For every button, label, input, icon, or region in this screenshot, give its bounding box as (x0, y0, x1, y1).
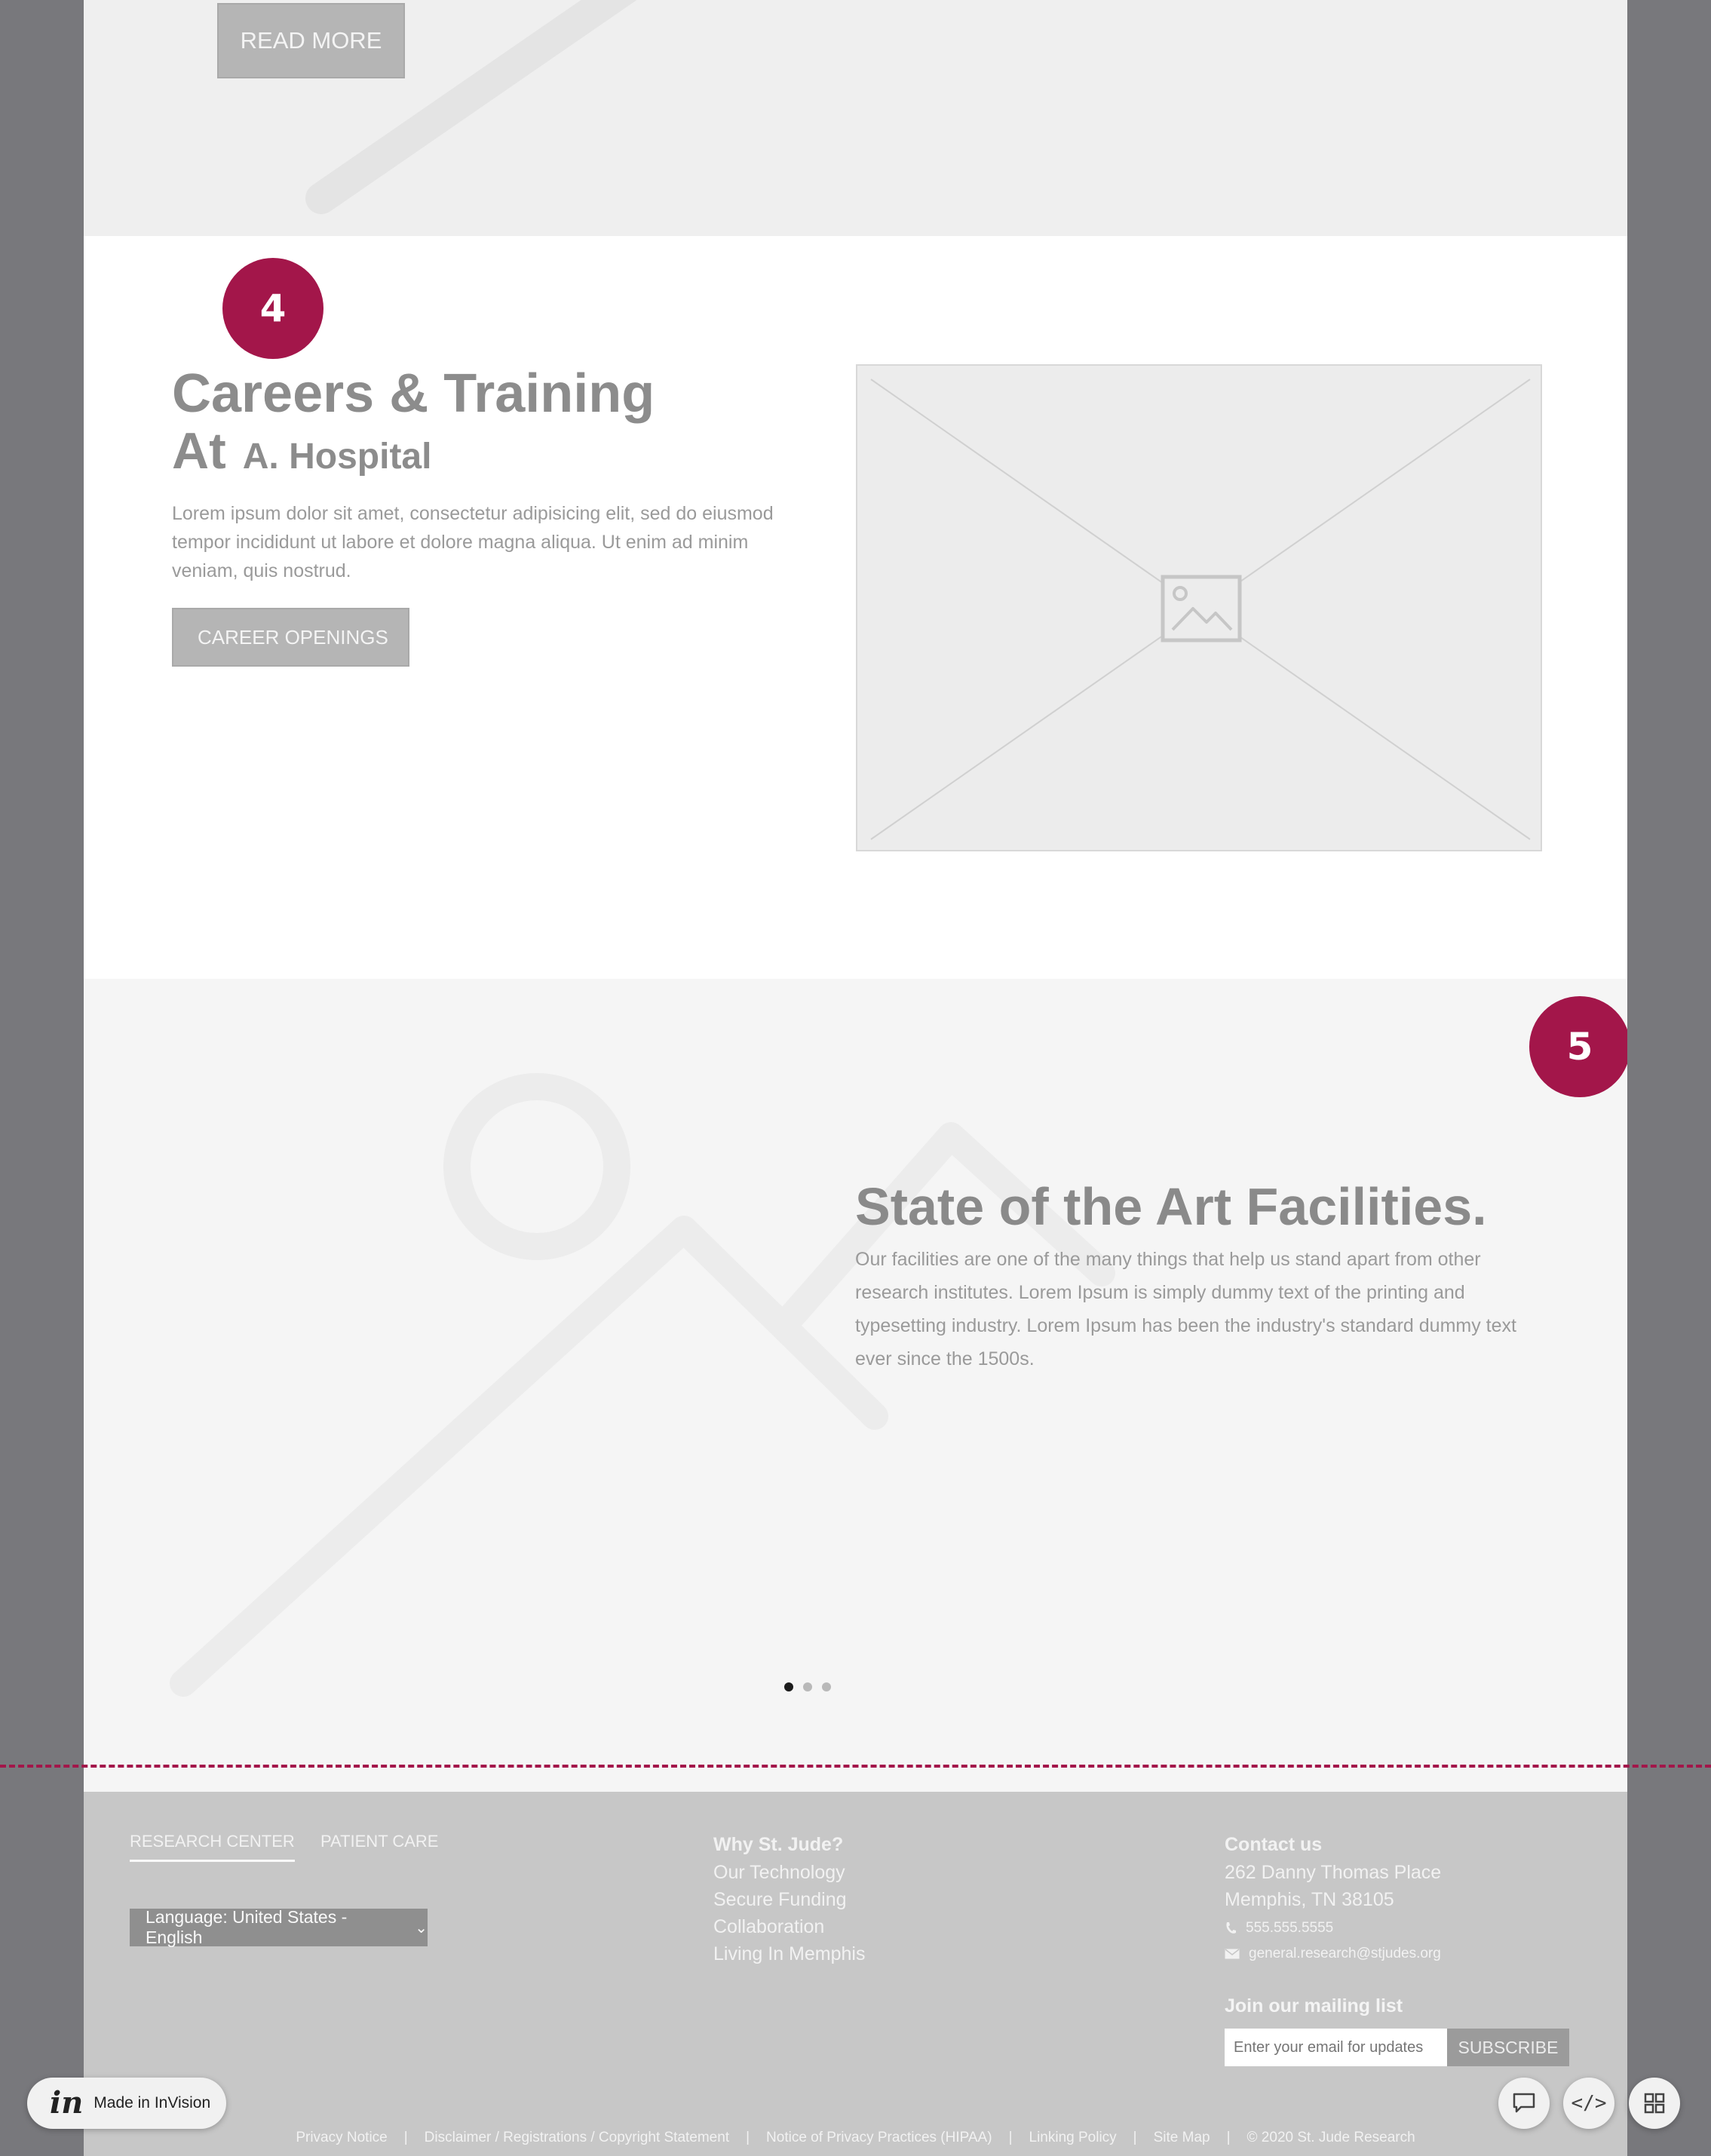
footer-tab-patient-care[interactable]: PATIENT CARE (320, 1832, 438, 1851)
legal-link-linking-policy[interactable]: Linking Policy (1029, 2130, 1117, 2146)
legal-link-site-map[interactable]: Site Map (1154, 2130, 1210, 2146)
footer-link-secure-funding[interactable]: Secure Funding (713, 1886, 865, 1913)
carousel-dot[interactable] (822, 1682, 831, 1691)
screens-grid-button[interactable] (1629, 2078, 1680, 2129)
legal-link-hipaa[interactable]: Notice of Privacy Practices (HIPAA) (766, 2130, 992, 2146)
careers-title: Careers & Training (172, 363, 655, 424)
why-st-jude-column: Why St. Jude? Our Technology Secure Fund… (713, 1834, 865, 1967)
legal-separator: | (1008, 2130, 1013, 2145)
legal-separator: | (403, 2130, 408, 2145)
legal-link-privacy-notice[interactable]: Privacy Notice (296, 2130, 387, 2146)
phone-icon (1226, 1922, 1236, 1934)
carousel-dot[interactable] (784, 1682, 793, 1691)
image-placeholder-graphic (870, 379, 1531, 840)
careers-section: 4 Careers & Training At A. Hospital Lorem… (84, 236, 1627, 979)
footer-link-collaboration[interactable]: Collaboration (713, 1913, 865, 1940)
invision-logo-icon: in (50, 2085, 84, 2121)
language-select-label: Language: United States - English (146, 1907, 348, 1947)
mailing-list-heading: Join our mailing list (1225, 1995, 1403, 2016)
facilities-section: 5 State of the Art Facilities. Our facil… (84, 979, 1627, 1792)
made-in-invision-badge[interactable]: in Made in InVision (27, 2078, 226, 2129)
code-button[interactable]: </> (1563, 2078, 1614, 2129)
footer-link-living-in-memphis[interactable]: Living In Memphis (713, 1940, 865, 1967)
page: READ MORE 4 Careers & Training At A. Hosp… (84, 0, 1627, 2156)
legal-links-bar: Privacy Notice | Disclaimer / Registrati… (84, 2120, 1627, 2156)
footer-link-our-technology[interactable]: Our Technology (713, 1859, 865, 1886)
legal-separator: | (1226, 2130, 1231, 2145)
subtitle-at: At (172, 422, 226, 480)
chevron-down-icon: ⌄ (415, 1919, 428, 1937)
image-placeholder (856, 364, 1542, 851)
careers-description: Lorem ipsum dolor sit amet, consectetur … (172, 503, 774, 581)
contact-address-line1: 262 Danny Thomas Place (1225, 1862, 1442, 1883)
career-openings-button[interactable]: CAREER OPENINGS (172, 608, 409, 667)
annotation-badge: 5 (1529, 996, 1627, 1097)
contact-heading: Contact us (1225, 1834, 1323, 1855)
careers-subtitle: At A. Hospital (172, 422, 431, 480)
why-st-jude-heading: Why St. Jude? (713, 1834, 844, 1855)
mailing-email-input[interactable] (1225, 2029, 1447, 2066)
code-icon: </> (1571, 2092, 1607, 2115)
copyright-text: © 2020 St. Jude Research (1246, 2130, 1415, 2145)
facilities-background-illustration (170, 1073, 1115, 1697)
annotation-badge: 4 (222, 258, 323, 359)
legal-link-disclaimer[interactable]: Disclaimer / Registrations / Copyright S… (425, 2130, 729, 2146)
contact-email[interactable]: general.research@stjudes.org (1225, 1939, 1441, 1969)
facilities-title: State of the Art Facilities. (855, 1177, 1487, 1236)
language-select[interactable]: Language: United States - English ⌄ (130, 1907, 428, 1947)
contact-email-text: general.research@stjudes.org (1249, 1946, 1441, 1961)
subscribe-button[interactable]: SUBSCRIBE (1447, 2029, 1569, 2066)
made-in-invision-label: Made in InVision (94, 2094, 211, 2112)
subtitle-hospital: A. Hospital (242, 437, 432, 477)
legal-separator: | (746, 2130, 750, 2145)
facilities-description: Our facilities are one of the many thing… (855, 1249, 1516, 1369)
mail-icon (1225, 1949, 1240, 1959)
carousel-dot[interactable] (803, 1682, 812, 1691)
grid-icon (1644, 2093, 1665, 2114)
contact-column: Contact us 262 Danny Thomas Place Memphi… (1225, 1834, 1441, 1969)
contact-address-line2: Memphis, TN 38105 (1225, 1889, 1394, 1910)
legal-separator: | (1133, 2130, 1137, 2145)
footer-tab-research-center[interactable]: RESEARCH CENTER (130, 1832, 295, 1862)
carousel-dots (784, 1682, 831, 1691)
fold-line-divider (0, 1765, 1711, 1768)
hero-section: READ MORE (84, 0, 1627, 236)
read-more-button[interactable]: READ MORE (217, 3, 405, 78)
comment-button[interactable] (1498, 2078, 1550, 2129)
comment-icon (1513, 2093, 1535, 2113)
site-footer: RESEARCH CENTER PATIENT CARE Language: U… (84, 1792, 1627, 2156)
